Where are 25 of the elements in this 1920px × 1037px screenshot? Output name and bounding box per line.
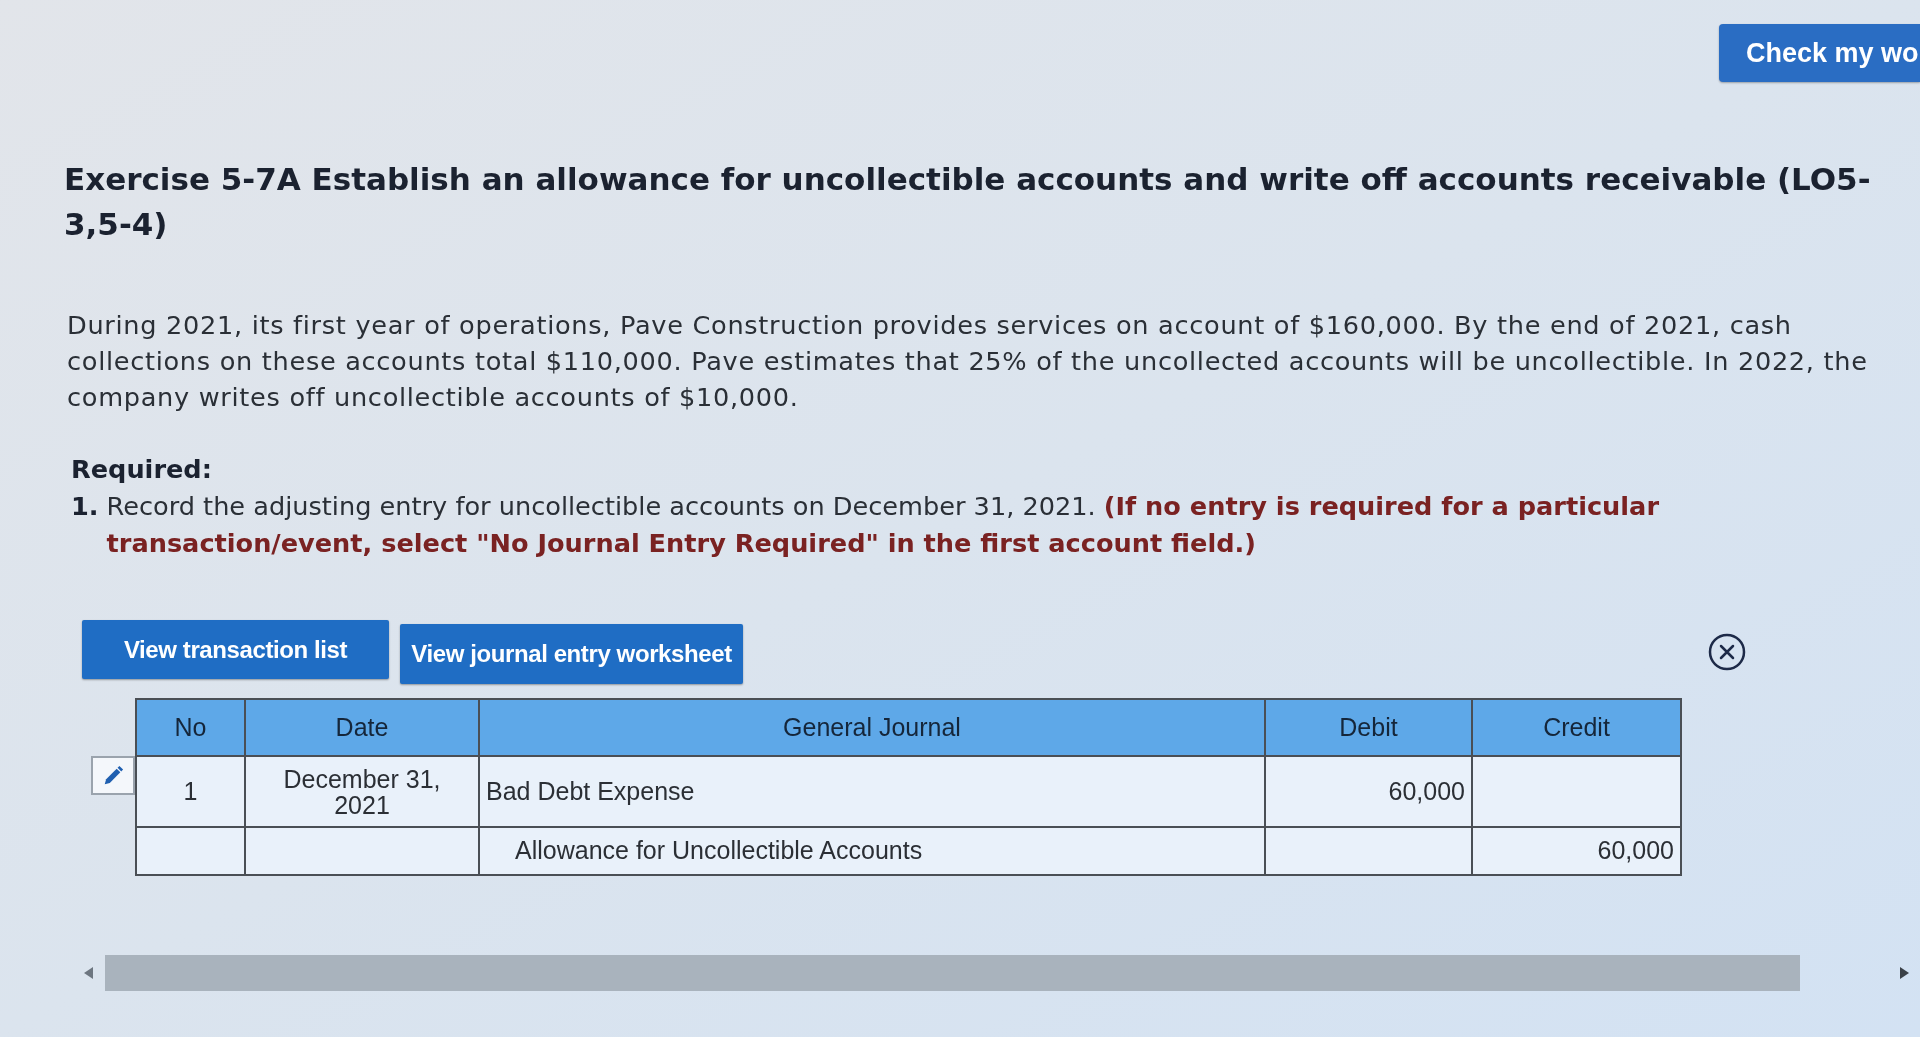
column-header: No xyxy=(137,700,246,757)
exercise-description: During 2021, its first year of operations, Pave Construction provides services on account of $160,000. By the end of 2021, cash collections on these accounts total $110,000. Pave estimates that 25% of the uncollected accounts will be uncollectible. In 2022, the company writes off uncollectible accounts of $10,000. xyxy=(67,309,1869,414)
step-instruction: Record the adjusting entry for uncollectible accounts on December 31, 2021. (If no entry is required for a particular transaction/event, select "No Journal Entry Required" in the first account field.) xyxy=(106,490,1660,560)
pencil-icon xyxy=(102,764,124,787)
view-button[interactable]: View transaction list xyxy=(82,620,389,679)
table-cell: 60,000 xyxy=(1473,828,1682,876)
column-header: Date xyxy=(246,700,480,757)
table-cell: 1 xyxy=(137,757,246,828)
edit-button[interactable] xyxy=(91,756,135,795)
table-cell: December 31, 2021 xyxy=(246,757,480,828)
column-header: Debit xyxy=(1266,700,1473,757)
table-cell: Bad Debt Expense xyxy=(480,757,1266,828)
step-number: 1. xyxy=(71,490,99,523)
table-cell: Allowance for Uncollectible Accounts xyxy=(480,828,1266,876)
scroll-left-icon[interactable] xyxy=(84,967,93,979)
column-header: General Journal xyxy=(480,700,1266,757)
close-icon[interactable] xyxy=(1708,633,1746,671)
scrollbar-thumb[interactable] xyxy=(105,955,1800,991)
required-label: Required: xyxy=(71,453,212,486)
table-cell: 60,000 xyxy=(1266,757,1473,828)
column-header: Credit xyxy=(1473,700,1682,757)
check-my-work-button[interactable]: Check my wo xyxy=(1719,24,1920,82)
view-button[interactable]: View journal entry worksheet xyxy=(400,624,743,684)
exercise-title: Exercise 5-7A Establish an allowance for uncollectible accounts and write off accounts receivable (LO5-3,5-4) xyxy=(64,160,1872,244)
scroll-right-icon[interactable] xyxy=(1900,967,1909,979)
